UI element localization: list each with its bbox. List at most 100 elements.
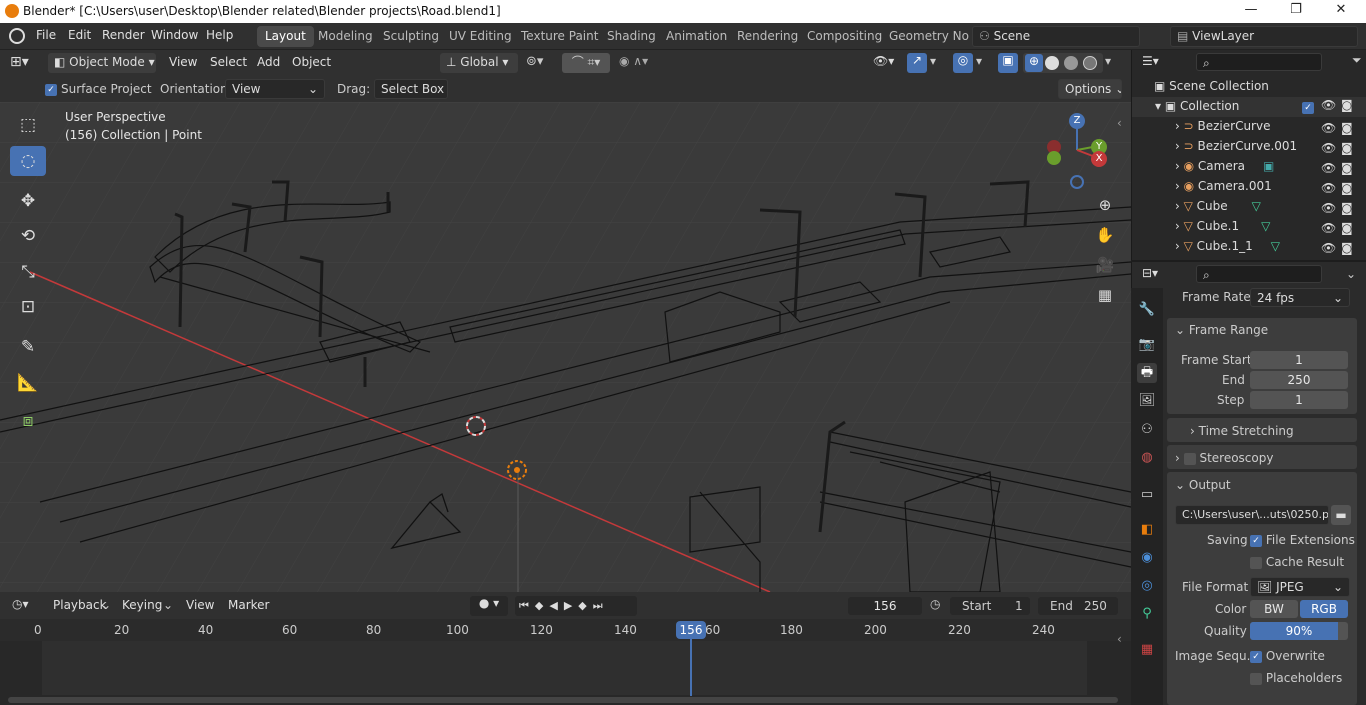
cache-result-checkbox[interactable]: Cache Result [1250,555,1344,569]
timeline-start-field[interactable]: Start 1 [950,597,1030,615]
texture-tab-icon[interactable]: ▦ [1137,640,1157,660]
wireframe-shading-icon[interactable]: ⊕ [1025,54,1043,72]
eye-icon[interactable]: 👁 [1321,98,1336,112]
timeline-menu-playback[interactable]: Playback [53,598,107,612]
modifier-tab-icon[interactable]: ◉ [1137,548,1157,568]
render-camera-icon[interactable]: ◙ [1341,98,1353,112]
timeline-scrollbar[interactable] [8,697,1118,703]
pivot-point-icon[interactable]: ⊚▾ [526,54,543,69]
minimize-button[interactable]: — [1236,2,1266,20]
outliner-search-input[interactable]: ⌕ [1196,53,1322,71]
scene-selector[interactable]: ⚇ Scene [972,26,1140,47]
stereoscopy-header[interactable]: › Stereoscopy [1175,451,1273,465]
solid-shading-icon[interactable] [1045,56,1059,70]
menu-edit[interactable]: Edit [68,28,91,42]
gizmo-toggle-icon[interactable]: ↗ [907,53,927,73]
move-tool-icon[interactable]: ✥ [10,186,46,216]
outliner-item[interactable]: › ▽ Cube.1_1 ▽ [1175,239,1280,259]
stereoscopy-checkbox[interactable] [1183,452,1196,465]
timeline-end-field[interactable]: End 250 [1038,597,1118,615]
orientation-dropdown[interactable]: View ⌄ [225,79,325,99]
overlays-toggle-icon[interactable]: ◎ [953,53,973,73]
outliner-item[interactable]: › ◉ Camera.001 [1175,179,1272,199]
time-stretching-header[interactable]: › Time Stretching [1190,424,1294,438]
rendered-shading-icon[interactable] [1083,56,1097,70]
viewport-menu-object[interactable]: Object [292,55,331,69]
select-box-tool-icon[interactable]: ⬚ [10,110,46,140]
zoom-icon[interactable]: ⊕ [1092,192,1118,218]
quality-slider[interactable]: 90% [1250,622,1348,640]
tab-compositing[interactable]: Compositing [799,26,890,47]
outliner-item[interactable]: › ⊃ BezierCurve.001 [1175,139,1297,159]
collection-exclude-checkbox[interactable]: ✓ [1302,100,1314,114]
perspective-toggle-icon[interactable]: ▦ [1092,282,1118,308]
timeline-menu-view[interactable]: View [186,598,214,612]
3d-viewport[interactable]: User Perspective (156) Collection | Poin… [0,102,1131,592]
folder-icon[interactable]: ▬ [1331,505,1351,525]
gizmo-x-axis[interactable]: X [1091,151,1107,167]
tab-geometry-nodes[interactable]: Geometry Noc [881,26,969,47]
record-keyframe-icon[interactable]: ● ▾ [470,596,508,616]
timeline-sidebar-toggle-icon[interactable]: ‹ [1117,632,1122,646]
physics-tab-icon[interactable]: ◎ [1137,576,1157,596]
rotate-tool-icon[interactable]: ⟲ [10,221,46,251]
properties-editor-type-icon[interactable]: ⊟▾ [1142,266,1158,280]
current-frame-field[interactable]: 156 [848,597,922,615]
frame-range-header[interactable]: ⌄ Frame Range [1175,323,1268,337]
sidebar-toggle-icon[interactable]: ‹ [1117,116,1122,130]
playhead-frame-badge[interactable]: 156 [676,621,706,639]
navigation-gizmo[interactable]: Z Y X [1040,110,1115,190]
render-icons-column[interactable]: ◙ ◙ ◙ ◙ ◙ ◙ ◙ [1341,118,1353,258]
proportional-edit-icon[interactable]: ◉ ∧▾ [619,54,648,68]
options-dropdown[interactable]: Options ⌄ [1058,79,1122,99]
snap-toggle-icon[interactable]: ⌒ ⌗▾ [562,53,610,73]
drag-dropdown[interactable]: Select Box⌄ [374,79,448,99]
overlays-dropdown-icon[interactable]: ▾ [976,54,982,68]
viewport-menu-view[interactable]: View [169,55,197,69]
collection-tab-icon[interactable]: ▭ [1137,485,1157,505]
transform-tool-icon[interactable]: ⊡ [10,292,46,322]
blender-menu-icon[interactable] [9,28,25,44]
camera-view-icon[interactable]: 🎥 [1092,252,1118,278]
clock-icon[interactable]: ◷ [930,597,940,611]
tab-rendering[interactable]: Rendering [729,26,806,47]
frame-end-field[interactable]: 250 [1250,371,1348,389]
output-header[interactable]: ⌄ Output [1175,478,1231,492]
measure-tool-icon[interactable]: 📐 [10,368,46,398]
outliner-collection[interactable]: ▾ ▣ Collection [1155,99,1239,119]
menu-render[interactable]: Render [102,28,145,42]
tool-tab-icon[interactable]: 🔧 [1137,300,1157,320]
shading-dropdown-icon[interactable]: ▾ [1105,54,1111,68]
outliner-item[interactable]: › ▽ Cube ▽ [1175,199,1261,219]
gizmo-dropdown-icon[interactable]: ▾ [930,54,936,68]
annotate-tool-icon[interactable]: ✎ [10,332,46,362]
timeline-menu-keying[interactable]: Keying [122,598,162,612]
playback-controls[interactable]: ⏮◆◀▶◆⏭ [515,596,637,616]
tab-layout[interactable]: Layout [257,26,314,47]
outliner-editor-type-icon[interactable]: ☰▾ [1142,54,1159,68]
file-extensions-checkbox[interactable]: ✓ File Extensions [1250,533,1355,547]
pan-hand-icon[interactable]: ✋ [1092,222,1118,248]
filter-icon[interactable]: ⏷ [1352,53,1362,68]
timeline-menu-marker[interactable]: Marker [228,598,269,612]
timeline-editor-type-icon[interactable]: ◷▾ [12,597,29,611]
outliner-item[interactable]: › ▽ Cube.1 ▽ [1175,219,1270,239]
add-cube-tool-icon[interactable]: ⧈ [10,406,46,436]
editor-type-icon[interactable]: ⊞▾ [10,54,29,70]
object-tab-icon[interactable]: ◧ [1137,520,1157,540]
visibility-icons-column[interactable]: 👁 👁 👁 👁 👁 👁 👁 [1321,118,1336,258]
view-layer-tab-icon[interactable]: 🖼 [1137,391,1157,411]
frame-step-field[interactable]: 1 [1250,391,1348,409]
constraints-tab-icon[interactable]: ⚲ [1137,604,1157,624]
outliner-item[interactable]: › ⊃ BezierCurve [1175,119,1270,139]
tab-texture-paint[interactable]: Texture Paint [513,26,606,47]
xray-toggle-icon[interactable]: ▣ [998,53,1018,73]
tab-shading[interactable]: Shading [599,26,664,47]
scale-tool-icon[interactable]: ⤡ [10,257,46,287]
menu-window[interactable]: Window [151,28,198,42]
overwrite-checkbox[interactable]: ✓ Overwrite [1250,649,1325,663]
mode-selector[interactable]: ◧ Object Mode ▾ [48,53,156,73]
chevron-down-icon[interactable]: ⌄ [1346,267,1356,281]
output-path-input[interactable]: C:\Users\user\...uts\0250.png [1175,505,1329,525]
transform-orientation[interactable]: ⊥ Global ▾ [440,53,518,73]
